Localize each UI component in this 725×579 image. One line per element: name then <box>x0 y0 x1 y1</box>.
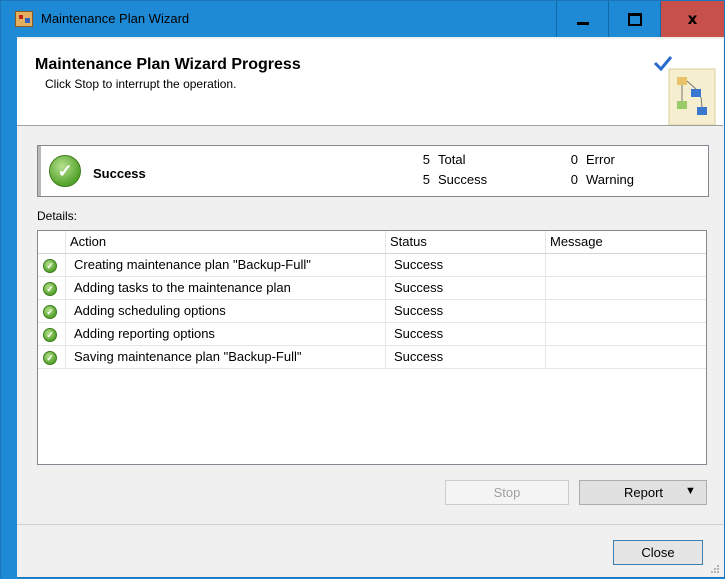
wizard-header: Maintenance Plan Wizard Progress Click S… <box>17 39 723 126</box>
row-status: Success <box>386 277 546 300</box>
warning-count: 0 <box>570 172 578 187</box>
row-status: Success <box>386 323 546 346</box>
row-message <box>546 323 706 346</box>
row-action: Creating maintenance plan "Backup-Full" <box>66 254 386 277</box>
maximize-icon <box>628 12 642 26</box>
stop-button[interactable]: Stop <box>445 480 569 505</box>
close-icon: x <box>687 10 698 28</box>
window-title: Maintenance Plan Wizard <box>41 11 190 26</box>
maximize-button[interactable] <box>609 1 661 37</box>
total-count: 5 <box>422 152 430 167</box>
footer-divider <box>17 524 723 525</box>
table-row[interactable]: ✓ Saving maintenance plan "Backup-Full" … <box>38 346 706 369</box>
row-message <box>546 254 706 277</box>
success-label: Success <box>438 172 488 187</box>
report-button[interactable]: Report ▼ <box>579 480 707 505</box>
window-close-button[interactable]: x <box>661 1 724 37</box>
dropdown-arrow-icon[interactable]: ▼ <box>685 485 696 497</box>
row-message <box>546 277 706 300</box>
row-action: Adding scheduling options <box>66 300 386 323</box>
row-action: Adding tasks to the maintenance plan <box>66 277 386 300</box>
row-action: Saving maintenance plan "Backup-Full" <box>66 346 386 369</box>
window-side-strip <box>1 37 17 579</box>
title-bar[interactable]: Maintenance Plan Wizard x <box>1 1 724 37</box>
table-row[interactable]: ✓ Adding reporting options Success <box>38 323 706 346</box>
row-status: Success <box>386 254 546 277</box>
page-title: Maintenance Plan Wizard Progress <box>35 56 301 73</box>
table-row[interactable]: ✓ Creating maintenance plan "Backup-Full… <box>38 254 706 277</box>
table-row[interactable]: ✓ Adding scheduling options Success <box>38 300 706 323</box>
report-button-label: Report <box>624 485 664 500</box>
page-subtitle: Click Stop to interrupt the operation. <box>45 77 237 91</box>
grid-header: Action Status Message <box>38 231 706 254</box>
minimize-icon <box>577 21 589 25</box>
column-header-status[interactable]: Status <box>386 231 546 253</box>
row-message <box>546 346 706 369</box>
error-count: 0 <box>570 152 578 167</box>
error-label: Error <box>586 152 615 167</box>
column-header-action[interactable]: Action <box>66 231 386 253</box>
warning-label: Warning <box>586 172 634 187</box>
wizard-window: Maintenance Plan Wizard x Maintenance Pl… <box>0 0 725 579</box>
success-check-icon: ✓ <box>49 155 81 187</box>
success-icon: ✓ <box>43 328 57 342</box>
close-button[interactable]: Close <box>613 540 703 565</box>
success-count: 5 <box>422 172 430 187</box>
wizard-graphic-icon <box>653 56 716 125</box>
summary-status: Success <box>93 166 146 181</box>
total-label: Total <box>438 152 466 167</box>
minimize-button[interactable] <box>557 1 609 37</box>
row-status: Success <box>386 300 546 323</box>
success-icon: ✓ <box>43 259 57 273</box>
row-status: Success <box>386 346 546 369</box>
success-icon: ✓ <box>43 282 57 296</box>
details-grid[interactable]: Action Status Message ✓ Creating mainten… <box>37 230 707 465</box>
success-icon: ✓ <box>43 305 57 319</box>
row-message <box>546 300 706 323</box>
icon-column-header <box>38 231 66 253</box>
maintenance-plan-icon <box>15 11 33 27</box>
column-header-message[interactable]: Message <box>546 231 706 253</box>
row-action: Adding reporting options <box>66 323 386 346</box>
success-icon: ✓ <box>43 351 57 365</box>
table-row[interactable]: ✓ Adding tasks to the maintenance plan S… <box>38 277 706 300</box>
resize-grip-icon[interactable] <box>710 564 720 574</box>
summary-panel: ✓ Success 5 Total 5 Success 0 Error 0 Wa… <box>37 145 709 197</box>
details-label: Details: <box>37 209 78 223</box>
